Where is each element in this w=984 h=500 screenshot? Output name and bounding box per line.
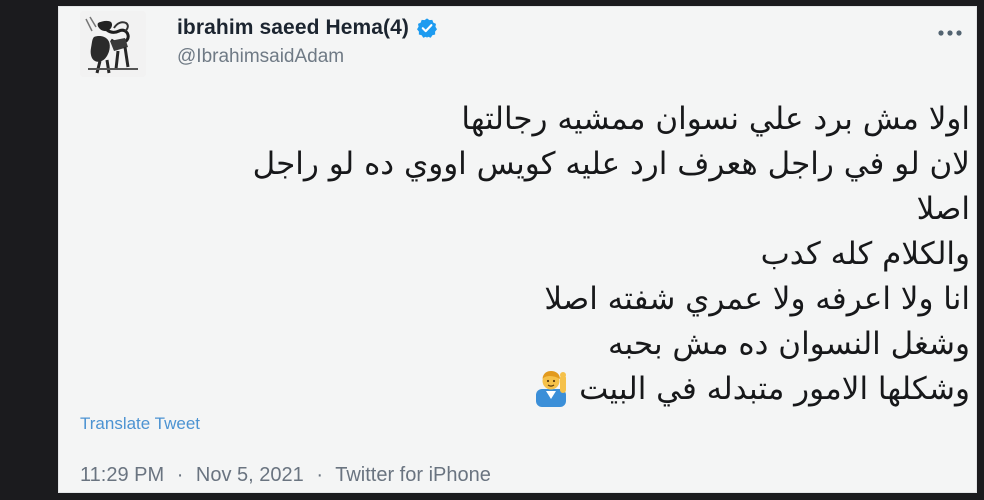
screenshot-frame: ibrahim saeed Hema(4) @IbrahimsaidAdam ا… [0, 0, 984, 500]
verified-badge-icon [416, 17, 438, 39]
tweet-meta: 11:29 PM · Nov 5, 2021 · Twitter for iPh… [80, 464, 491, 487]
tweet-line: اولا مش برد علي نسوان ممشيه رجالتها [461, 101, 970, 137]
tweet-line: وشغل النسوان ده مش بحبه [607, 326, 970, 362]
tweet-card[interactable]: ibrahim saeed Hema(4) @IbrahimsaidAdam ا… [58, 6, 977, 493]
avatar-sketch-icon [80, 11, 146, 77]
tweet-date[interactable]: Nov 5, 2021 [196, 464, 304, 486]
author-display-name[interactable]: ibrahim saeed Hema(4) [177, 16, 409, 40]
more-options-icon[interactable] [937, 22, 963, 44]
translate-tweet-link[interactable]: Translate Tweet [80, 414, 200, 434]
tweet-line: والكلام كله كدب [760, 236, 970, 272]
hand-raising-person-emoji-icon [533, 369, 569, 407]
avatar[interactable] [80, 11, 146, 77]
tweet-text: اولا مش برد علي نسوان ممشيه رجالتها لان … [90, 97, 970, 412]
tweet-line: وشكلها الامور متبدله في البيت [579, 371, 970, 407]
tweet-line: اصلا [916, 191, 970, 227]
tweet-line: لان لو في راجل هعرف ارد عليه كويس اووي د… [252, 146, 970, 182]
meta-separator: · [176, 464, 184, 486]
author-name-row[interactable]: ibrahim saeed Hema(4) [177, 16, 438, 40]
tweet-last-line: وشكلها الامور متبدله في البيت [90, 367, 970, 412]
tweet-line: انا ولا اعرفه ولا عمري شفته اصلا [544, 281, 970, 317]
author-handle[interactable]: @IbrahimsaidAdam [177, 46, 344, 68]
tweet-time[interactable]: 11:29 PM [80, 464, 164, 486]
tweet-source[interactable]: Twitter for iPhone [335, 464, 491, 486]
meta-separator: · [316, 464, 324, 486]
